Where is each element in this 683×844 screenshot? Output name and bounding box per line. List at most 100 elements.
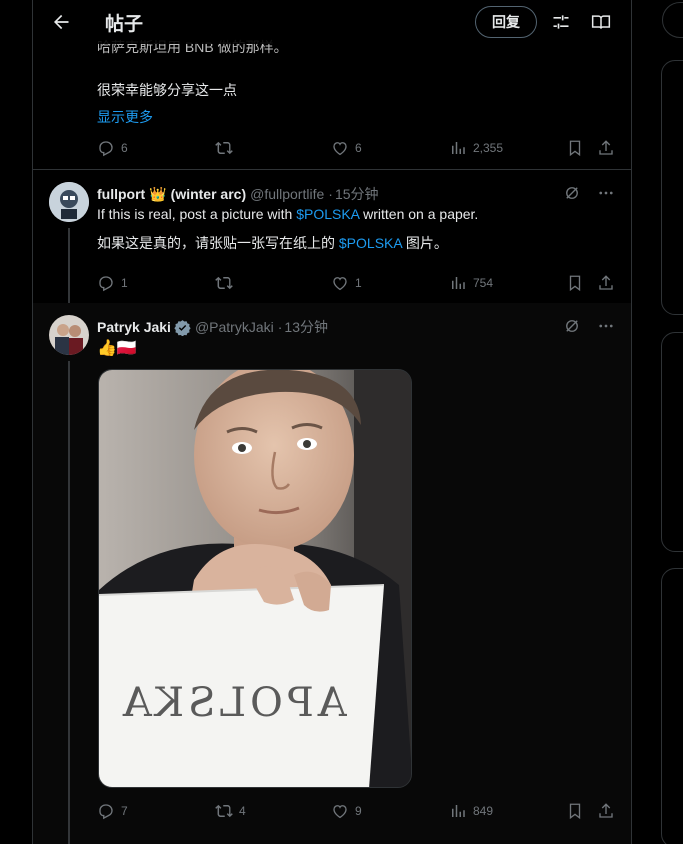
author-handle[interactable]: @PatrykJaki <box>195 319 274 335</box>
sidebar-card <box>661 332 683 552</box>
tweet-text-segment: If this is real, post a picture with <box>97 206 297 222</box>
reply-count: 1 <box>121 276 128 290</box>
views-icon <box>452 142 465 154</box>
repost-action[interactable] <box>215 274 233 292</box>
share-action[interactable] <box>597 802 615 820</box>
views-action[interactable]: 849 <box>449 802 493 820</box>
tweet-photo[interactable]: APOLSKA <box>98 369 412 788</box>
tweet-actions: 6 6 2,355 <box>97 138 617 158</box>
show-more-link[interactable]: 显示更多 <box>97 107 153 127</box>
reply-icon <box>99 276 113 292</box>
search-box-edge[interactable] <box>662 2 683 38</box>
like-count: 9 <box>355 804 362 818</box>
cashtag-link[interactable]: $POLSKA <box>339 235 402 251</box>
repost-icon <box>215 276 233 290</box>
sliders-icon <box>553 15 569 29</box>
reply-tweet[interactable]: fullport 👑 (winter arc) @fullportlife · … <box>33 170 631 303</box>
like-action[interactable]: 9 <box>331 802 362 820</box>
grok-icon[interactable] <box>563 184 581 202</box>
page-header: 帖子 回复 <box>33 0 631 44</box>
like-action[interactable]: 1 <box>331 274 362 292</box>
views-icon <box>452 277 465 289</box>
bookmark-action[interactable] <box>566 139 584 157</box>
right-sidebar-edge <box>632 0 683 844</box>
back-arrow-icon <box>54 14 69 30</box>
tweet-text-segment: written on a paper. <box>359 206 479 222</box>
translation-segment: 图片。 <box>401 235 448 251</box>
author-name[interactable]: Patryk Jaki <box>97 319 171 335</box>
like-count: 6 <box>355 141 362 155</box>
dot-separator: · <box>328 186 333 202</box>
repost-action[interactable] <box>215 139 233 157</box>
avatar-image <box>49 182 89 222</box>
reply-action[interactable]: 7 <box>97 802 128 820</box>
more-options-icon[interactable] <box>597 317 615 335</box>
tweet-actions: 1 1 754 <box>97 273 617 293</box>
tweet-translation: 如果这是真的，请张贴一张写在纸上的 $POLSKA 图片。 <box>97 233 448 253</box>
tweet-actions: 7 4 9 849 <box>97 801 617 821</box>
reply-icon <box>99 804 113 820</box>
sidebar-card <box>661 60 683 315</box>
reply-count: 6 <box>121 141 128 155</box>
like-count: 1 <box>355 276 362 290</box>
tweet-meta: fullport 👑 (winter arc) @fullportlife · … <box>97 184 379 204</box>
share-action[interactable] <box>597 139 615 157</box>
view-count: 2,355 <box>473 141 504 155</box>
highlighted-reply-tweet[interactable]: Patryk Jaki @PatrykJaki · 13分钟 👍🇵🇱 APOLS… <box>33 303 631 844</box>
cashtag-link[interactable]: $POLSKA <box>296 206 359 222</box>
reply-action[interactable]: 6 <box>97 139 128 157</box>
thread-line <box>68 228 70 303</box>
reader-mode-button[interactable] <box>585 6 617 38</box>
repost-icon <box>215 141 233 155</box>
share-icon <box>599 803 613 818</box>
thread-line <box>68 361 70 844</box>
views-action[interactable]: 754 <box>449 274 493 292</box>
paper-handwriting: APOLSKA <box>119 680 347 726</box>
author-name[interactable]: fullport <box>97 186 145 202</box>
tweet-time[interactable]: 13分钟 <box>284 317 328 337</box>
book-icon <box>591 15 611 29</box>
repost-icon <box>215 804 233 818</box>
views-action[interactable]: 2,355 <box>449 139 503 157</box>
author-name-suffix: (winter arc) <box>170 186 247 202</box>
tweet-time[interactable]: 15分钟 <box>335 184 379 204</box>
page-title: 帖子 <box>105 13 144 35</box>
grok-icon[interactable] <box>563 317 581 335</box>
share-icon <box>599 275 613 290</box>
more-options-icon[interactable] <box>597 184 615 202</box>
bookmark-icon <box>569 803 581 820</box>
bookmark-action[interactable] <box>566 802 584 820</box>
author-handle[interactable]: @fullportlife <box>250 186 324 202</box>
repost-count: 4 <box>239 804 246 818</box>
sort-replies-button[interactable] <box>545 6 577 38</box>
repost-action[interactable]: 4 <box>215 802 246 820</box>
reply-button[interactable]: 回复 <box>475 6 537 38</box>
tweet-text: 很荣幸能够分享这一点 <box>97 82 237 98</box>
share-icon <box>599 140 613 155</box>
views-icon <box>452 805 465 817</box>
sidebar-card <box>661 568 683 844</box>
bookmark-icon <box>569 140 581 157</box>
bookmark-action[interactable] <box>566 274 584 292</box>
like-action[interactable]: 6 <box>331 139 362 157</box>
bookmark-icon <box>569 275 581 292</box>
tweet-text: If this is real, post a picture with $PO… <box>97 204 478 224</box>
heart-icon <box>333 277 347 291</box>
tweet-meta: Patryk Jaki @PatrykJaki · 13分钟 <box>97 317 328 337</box>
reply-count: 7 <box>121 804 128 818</box>
avatar[interactable] <box>49 182 89 222</box>
verified-badge-icon <box>174 319 191 336</box>
heart-icon <box>333 805 347 819</box>
heart-icon <box>333 142 347 156</box>
previous-tweet: 哈萨克斯坦用 BNB 做的那样。 很荣幸能够分享这一点 显示更多 6 6 2,3… <box>33 30 631 170</box>
avatar-image <box>49 315 89 355</box>
translation-segment: 如果这是真的，请张贴一张写在纸上的 <box>97 235 339 251</box>
back-button[interactable] <box>43 4 79 40</box>
reply-icon <box>99 141 113 157</box>
view-count: 754 <box>473 276 494 290</box>
view-count: 849 <box>473 804 494 818</box>
timeline-column: 帖子 回复 哈萨克斯坦用 BNB 做的那样。 很荣幸能够分享这一点 显示更多 6… <box>32 0 632 844</box>
share-action[interactable] <box>597 274 615 292</box>
reply-action[interactable]: 1 <box>97 274 128 292</box>
avatar[interactable] <box>49 315 89 355</box>
